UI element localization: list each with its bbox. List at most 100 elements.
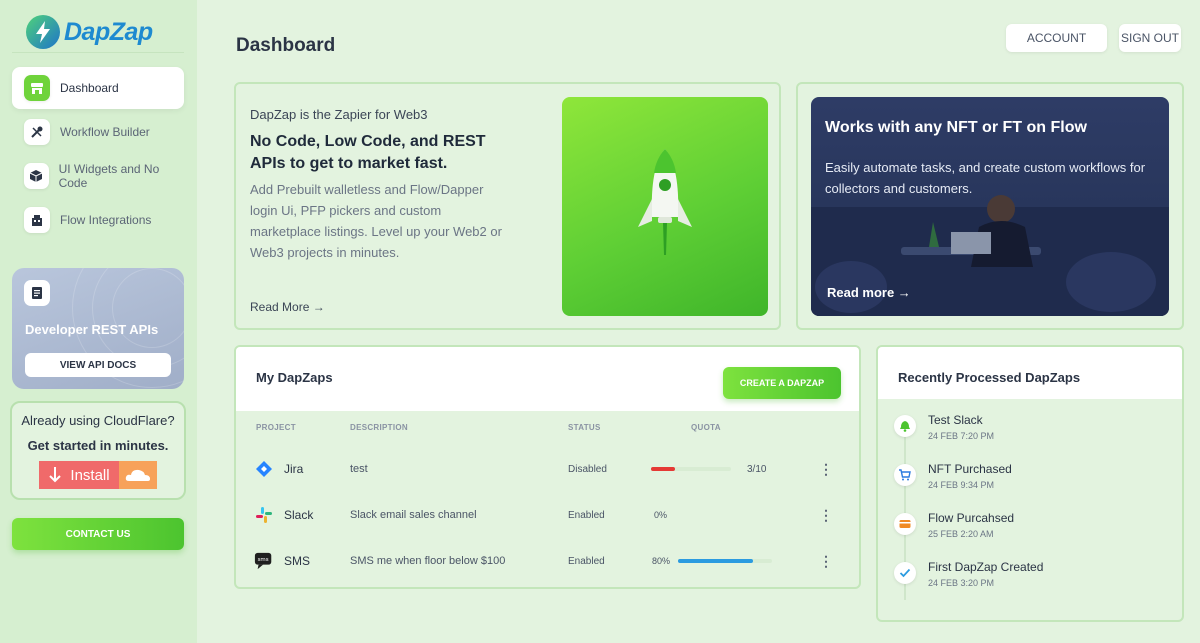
- hero-card: DapZap is the Zapier for Web3 No Code, L…: [234, 82, 781, 330]
- table-row[interactable]: Jira test Disabled 3/10 ⋮: [236, 447, 859, 491]
- panel-header: My DapZaps CREATE A DAPZAP: [236, 347, 859, 411]
- check-icon: [894, 562, 916, 584]
- quota-bar-track: [678, 559, 772, 563]
- project-name: SMS: [284, 554, 311, 568]
- status-cell: Enabled: [568, 555, 605, 567]
- building-icon: [24, 207, 50, 233]
- event-date: 24 FEB 9:34 PM: [928, 480, 995, 490]
- timeline-item[interactable]: Test Slack 24 FEB 7:20 PM: [892, 413, 1172, 453]
- nft-card: Works with any NFT or FT on Flow Easily …: [796, 82, 1184, 330]
- event-date: 24 FEB 3:20 PM: [928, 578, 995, 588]
- slack-icon: [254, 505, 274, 525]
- logo-text: DapZap: [64, 17, 153, 46]
- row-menu-icon[interactable]: ⋮: [819, 493, 833, 537]
- table-row[interactable]: Slack Slack email sales channel Enabled …: [236, 493, 859, 537]
- create-dapzap-button[interactable]: CREATE A DAPZAP: [723, 367, 841, 399]
- quota-bar-track: [651, 467, 731, 471]
- event-title: Test Slack: [928, 413, 983, 427]
- cloudflare-question: Already using CloudFlare?: [21, 413, 175, 428]
- recent-dapzaps-panel: Recently Processed DapZaps Test Slack 24…: [876, 345, 1184, 622]
- install-label: Install: [70, 466, 110, 484]
- cart-icon: [894, 464, 916, 486]
- status-cell: Disabled: [568, 463, 607, 475]
- quota-bar-fill: [678, 559, 753, 563]
- cloudflare-cloud-icon: [119, 461, 157, 489]
- panel-header: Recently Processed DapZaps: [878, 347, 1182, 399]
- quota-value: 3/10: [747, 463, 767, 475]
- sidebar-item-label: Flow Integrations: [60, 213, 152, 227]
- quota-bar-fill: [651, 467, 675, 471]
- project-name: Slack: [284, 508, 314, 522]
- dev-card-title: Developer REST APIs: [25, 322, 159, 337]
- store-icon: [24, 75, 50, 101]
- rocket-icon: [638, 148, 692, 255]
- event-date: 24 FEB 7:20 PM: [928, 431, 995, 441]
- timeline-item[interactable]: Flow Purcahsed 25 FEB 2:20 AM: [892, 511, 1172, 551]
- nft-card-image: Works with any NFT or FT on Flow Easily …: [811, 97, 1169, 316]
- svg-text:sms: sms: [258, 557, 269, 563]
- project-cell: sms SMS: [254, 539, 310, 583]
- hero-kicker: DapZap is the Zapier for Web3: [250, 107, 428, 122]
- account-button[interactable]: ACCOUNT: [1006, 24, 1107, 52]
- my-dapzaps-panel: My DapZaps CREATE A DAPZAP PROJECT DESCR…: [234, 345, 861, 589]
- hero-body: Add Prebuilt walletless and Flow/Dapper …: [250, 182, 502, 260]
- project-cell: Jira: [254, 447, 303, 491]
- divider: [12, 52, 184, 53]
- cloudflare-tagline: Get started in minutes.: [27, 438, 169, 453]
- nft-read-more-link[interactable]: Read more →: [827, 285, 911, 300]
- table-row[interactable]: sms SMS SMS me when floor below $100 Ena…: [236, 539, 859, 583]
- view-api-docs-button[interactable]: VIEW API DOCS: [25, 353, 171, 377]
- panel-title: My DapZaps: [256, 370, 333, 385]
- event-date: 25 FEB 2:20 AM: [928, 529, 994, 539]
- event-title: NFT Purchased: [928, 462, 1012, 476]
- nft-card-title: Works with any NFT or FT on Flow: [825, 119, 1087, 136]
- row-menu-icon[interactable]: ⋮: [819, 539, 833, 583]
- bell-icon: [894, 415, 916, 437]
- sidebar-item-label: Dashboard: [60, 81, 119, 95]
- jira-icon: [254, 459, 274, 479]
- description-cell: SMS me when floor below $100: [350, 555, 506, 567]
- description-cell: Slack email sales channel: [350, 509, 477, 521]
- install-label-wrap: Install: [39, 461, 119, 489]
- hero-heading: No Code, Low Code, and REST APIs to get …: [250, 133, 486, 172]
- timeline-item[interactable]: First DapZap Created 24 FEB 3:20 PM: [892, 560, 1172, 600]
- quota-cell: [678, 539, 772, 583]
- panel-title: Recently Processed DapZaps: [898, 370, 1081, 385]
- sidebar-item-ui-widgets[interactable]: UI Widgets and No Code: [12, 155, 184, 197]
- project-name: Jira: [284, 462, 304, 476]
- sidebar-item-flow-integrations[interactable]: Flow Integrations: [12, 199, 184, 241]
- logo[interactable]: DapZap: [26, 12, 153, 52]
- quota-percent: 0%: [654, 510, 668, 520]
- sidebar-nav: Dashboard Workflow Builder UI Widgets an…: [12, 67, 184, 243]
- column-header-status: STATUS: [568, 423, 601, 432]
- developer-api-card: Developer REST APIs VIEW API DOCS: [12, 268, 184, 389]
- nft-card-body: Easily automate tasks, and create custom…: [825, 160, 1146, 196]
- sign-out-button[interactable]: SIGN OUT: [1119, 24, 1181, 52]
- sms-icon: sms: [254, 551, 274, 571]
- sidebar-item-label: Workflow Builder: [60, 125, 150, 139]
- card-icon: [894, 513, 916, 535]
- project-cell: Slack: [254, 493, 313, 537]
- timeline-item[interactable]: NFT Purchased 24 FEB 9:34 PM: [892, 462, 1172, 502]
- sidebar: DapZap Dashboard Workflow Builder UI Wid…: [0, 0, 197, 643]
- event-title: Flow Purcahsed: [928, 511, 1015, 525]
- rocket-illustration: [562, 97, 768, 316]
- contact-us-button[interactable]: CONTACT US: [12, 518, 184, 550]
- status-cell: Enabled: [568, 509, 605, 521]
- tools-icon: [24, 119, 50, 145]
- description-cell: test: [350, 463, 368, 475]
- lightning-logo-icon: [26, 15, 60, 49]
- row-menu-icon[interactable]: ⋮: [819, 447, 833, 491]
- column-header-project: PROJECT: [256, 423, 296, 432]
- event-title: First DapZap Created: [928, 560, 1044, 574]
- read-more-link[interactable]: Read More →: [250, 300, 325, 314]
- quota-percent: 80%: [652, 556, 671, 566]
- page-title: Dashboard: [236, 35, 336, 56]
- sidebar-item-workflow-builder[interactable]: Workflow Builder: [12, 111, 184, 153]
- arrow-down-icon: [49, 467, 62, 483]
- cloudflare-install-button[interactable]: Install: [39, 461, 157, 489]
- sidebar-item-dashboard[interactable]: Dashboard: [12, 67, 184, 109]
- column-header-quota: QUOTA: [691, 423, 721, 432]
- quota-cell: [651, 447, 731, 491]
- cube-icon: [24, 163, 49, 189]
